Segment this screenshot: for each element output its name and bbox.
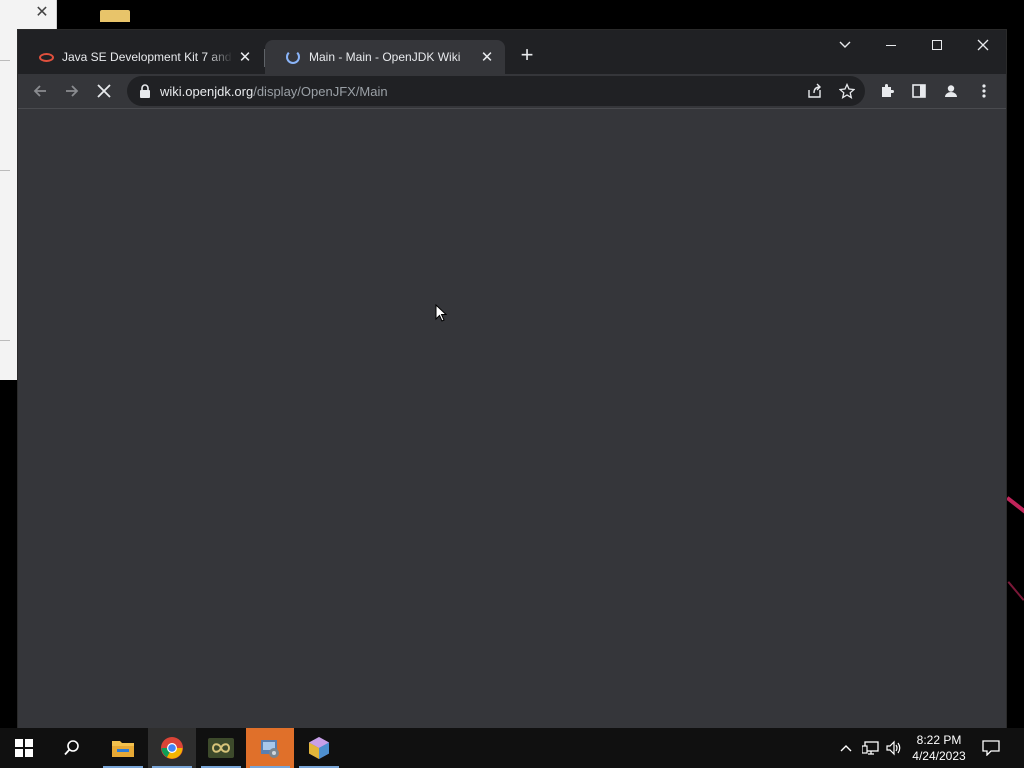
taskbar-installer[interactable]	[246, 728, 294, 768]
tab-search-button[interactable]	[822, 30, 868, 60]
taskbar-infinity-app[interactable]	[197, 728, 245, 768]
loading-spinner-icon	[285, 49, 301, 65]
share-button[interactable]	[804, 80, 826, 102]
system-clock[interactable]: 8:22 PM 4/24/2023	[906, 732, 972, 764]
puzzle-icon	[882, 84, 894, 97]
action-center-button[interactable]	[981, 738, 1001, 758]
address-bar[interactable]: wiki.openjdk.org/display/OpenJFX/Main	[127, 76, 865, 106]
tab-title: Java SE Development Kit 7 and N	[62, 50, 233, 64]
tab-strip: Java SE Development Kit 7 and N ✕ Main -…	[18, 30, 1006, 74]
taskbar-search-button[interactable]	[48, 728, 96, 768]
close-window-button[interactable]	[960, 30, 1006, 60]
clock-date: 4/24/2023	[912, 749, 966, 763]
side-panel-button[interactable]	[906, 78, 932, 104]
new-tab-button[interactable]: +	[515, 44, 539, 68]
volume-button[interactable]	[884, 738, 904, 758]
search-icon	[64, 740, 79, 756]
chevron-up-icon	[840, 745, 852, 752]
share-icon	[808, 83, 821, 98]
star-icon	[839, 83, 855, 99]
maximize-icon	[932, 40, 942, 50]
extensions-button[interactable]	[874, 78, 900, 104]
taskbar-netbeans[interactable]	[295, 728, 343, 768]
close-tab-icon[interactable]: ✕	[475, 45, 499, 69]
tab-title: Main - Main - OpenJDK Wiki	[309, 50, 461, 64]
divider	[0, 60, 10, 61]
close-icon	[977, 39, 989, 51]
back-button[interactable]	[27, 78, 53, 104]
forward-button[interactable]	[59, 78, 85, 104]
kebab-menu-icon	[982, 84, 986, 98]
side-panel-icon	[912, 84, 926, 98]
file-explorer-icon	[112, 741, 134, 757]
taskbar-chrome[interactable]	[148, 728, 196, 768]
chrome-menu-button[interactable]	[971, 78, 997, 104]
toolbar: wiki.openjdk.org/display/OpenJFX/Main	[18, 74, 1006, 108]
notification-icon	[982, 740, 1000, 756]
lock-icon[interactable]	[139, 84, 151, 98]
start-icon	[15, 739, 33, 757]
profile-button[interactable]	[938, 78, 964, 104]
avatar-icon	[945, 85, 957, 97]
chevron-down-icon	[839, 41, 851, 48]
stop-loading-button[interactable]	[91, 78, 117, 104]
close-icon[interactable]: ✕	[32, 4, 52, 22]
chrome-icon	[161, 737, 183, 759]
netbeans-icon	[309, 737, 329, 759]
url-host: wiki.openjdk.org	[160, 84, 254, 99]
show-hidden-icons-button[interactable]	[836, 738, 856, 758]
chrome-window: Java SE Development Kit 7 and N ✕ Main -…	[18, 30, 1006, 728]
tab-openjdk-wiki[interactable]: Main - Main - OpenJDK Wiki ✕	[265, 40, 505, 74]
oracle-icon	[38, 49, 54, 65]
infinity-app-icon	[208, 738, 234, 758]
bookmark-star-button[interactable]	[836, 80, 858, 102]
minimize-icon	[886, 44, 896, 46]
tab-java-se[interactable]: Java SE Development Kit 7 and N ✕	[18, 40, 263, 74]
taskbar: 8:22 PM 4/24/2023	[0, 728, 1024, 768]
start-button[interactable]	[0, 728, 48, 768]
desktop-folder-icon[interactable]	[100, 10, 130, 22]
page-content[interactable]	[18, 108, 1006, 728]
url-text[interactable]: wiki.openjdk.org/display/OpenJFX/Main	[160, 84, 388, 99]
minimize-button[interactable]	[868, 30, 914, 60]
wallpaper-accent	[1007, 581, 1024, 601]
speaker-icon	[886, 740, 901, 756]
network-icon	[862, 741, 879, 755]
mouse-cursor-icon	[435, 304, 447, 322]
divider	[0, 340, 10, 341]
network-button[interactable]	[861, 738, 881, 758]
maximize-button[interactable]	[914, 30, 960, 60]
back-arrow-icon	[33, 85, 46, 97]
close-tab-icon[interactable]: ✕	[233, 45, 257, 69]
taskbar-file-explorer[interactable]	[99, 728, 147, 768]
clock-time: 8:22 PM	[916, 733, 962, 747]
divider	[0, 170, 10, 171]
wallpaper-accent	[1005, 496, 1024, 518]
url-path: /display/OpenJFX/Main	[253, 84, 388, 99]
installer-icon	[261, 740, 279, 758]
stop-icon	[97, 84, 111, 98]
forward-arrow-icon	[66, 85, 79, 97]
